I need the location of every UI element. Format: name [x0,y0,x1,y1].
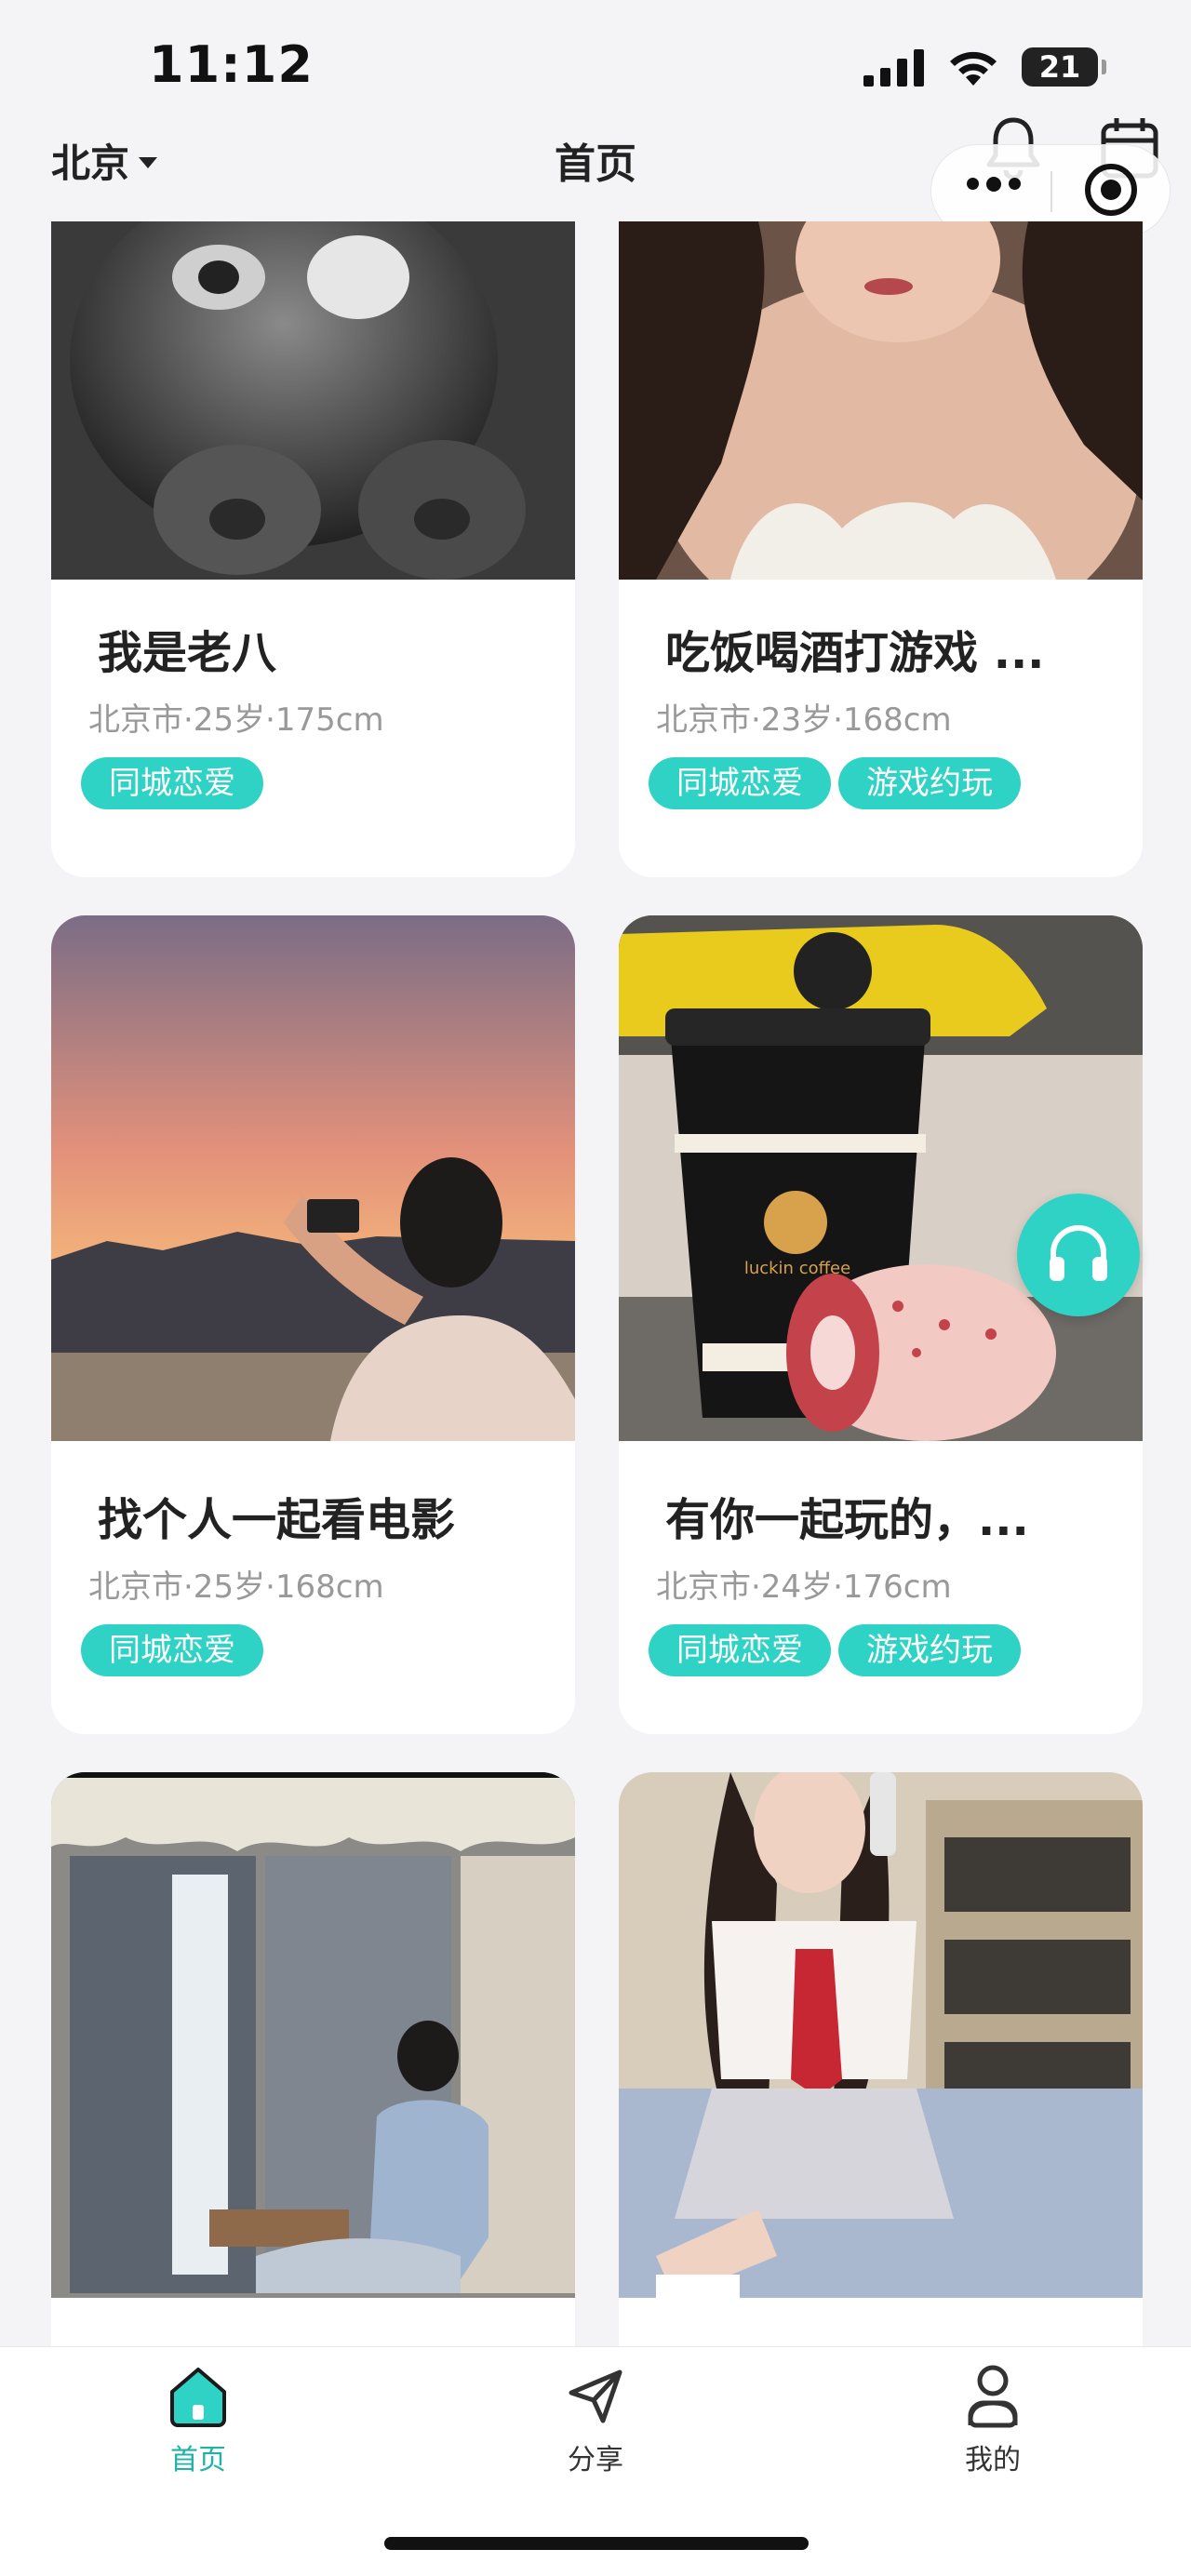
tag: 同城恋爱 [649,1624,831,1676]
profile-card[interactable]: 我是老八 北京市·25岁·175cm 同城恋爱 [51,221,575,877]
home-icon [166,2364,231,2429]
profile-card[interactable]: luckin coffee 有你一起玩的，... 北京市·24岁·176cm 同… [619,915,1143,1734]
profile-photo: luckin coffee [619,915,1143,1441]
tag-row: 同城恋爱 [81,757,263,809]
profile-photo [619,1772,1143,2298]
tag: 同城恋爱 [81,757,263,809]
signal-icon [863,49,924,87]
app-screen: 11:12 21 北京 首页 我是老八 北京市·25岁·175cm 同城恋爱 吃… [0,0,1191,2576]
card-meta: 北京市·23岁·168cm [656,701,952,739]
tag: 同城恋爱 [649,757,831,809]
status-icons: 21 [863,47,1106,87]
tag-row: 同城恋爱 [81,1624,263,1676]
tag: 游戏约玩 [838,757,1021,809]
headset-icon [1050,1225,1107,1281]
wifi-icon [950,51,997,86]
tab-label: 首页 [170,2444,226,2476]
tab-mine[interactable]: 我的 [900,2364,1086,2477]
tag-row: 同城恋爱 游戏约玩 [649,757,1021,809]
profile-photo [51,1772,575,2298]
tag: 同城恋爱 [81,1624,263,1676]
profile-card[interactable]: 吃饭喝酒打游戏 ... 北京市·23岁·168cm 同城恋爱 游戏约玩 [619,221,1143,877]
tag-row: 同城恋爱 游戏约玩 [649,1624,1021,1676]
card-title: 吃饭喝酒打游戏 ... [665,627,1045,679]
card-meta: 北京市·25岁·168cm [88,1568,384,1606]
card-meta: 北京市·25岁·175cm [88,701,384,739]
tab-label: 分享 [568,2444,623,2476]
card-title: 我是老八 [98,627,277,679]
more-icon[interactable] [967,177,1021,192]
battery-level: 21 [1038,49,1081,85]
profile-card[interactable]: 找个人一起看电影 北京市·25岁·168cm 同城恋爱 [51,915,575,1734]
capsule-divider [1050,171,1052,212]
profile-photo [51,221,575,580]
tab-share[interactable]: 分享 [502,2364,689,2477]
profile-photo [619,221,1143,580]
voice-room-button[interactable] [1017,1194,1140,1316]
home-indicator [384,2537,809,2550]
close-icon[interactable] [1085,164,1137,216]
profile-photo [51,915,575,1441]
card-meta: 北京市·24岁·176cm [656,1568,952,1606]
tab-home[interactable]: 首页 [105,2364,291,2477]
status-time: 11:12 [149,35,314,94]
tag: 游戏约玩 [838,1624,1021,1676]
share-icon [563,2364,628,2429]
status-bar: 11:12 21 [0,0,1191,130]
card-title: 找个人一起看电影 [98,1494,456,1546]
card-title: 有你一起玩的，... [665,1494,1029,1546]
battery-indicator: 21 [1022,47,1106,87]
tab-label: 我的 [965,2444,1021,2476]
profile-icon [960,2364,1025,2429]
nav-bar: 北京 首页 [0,117,1191,237]
